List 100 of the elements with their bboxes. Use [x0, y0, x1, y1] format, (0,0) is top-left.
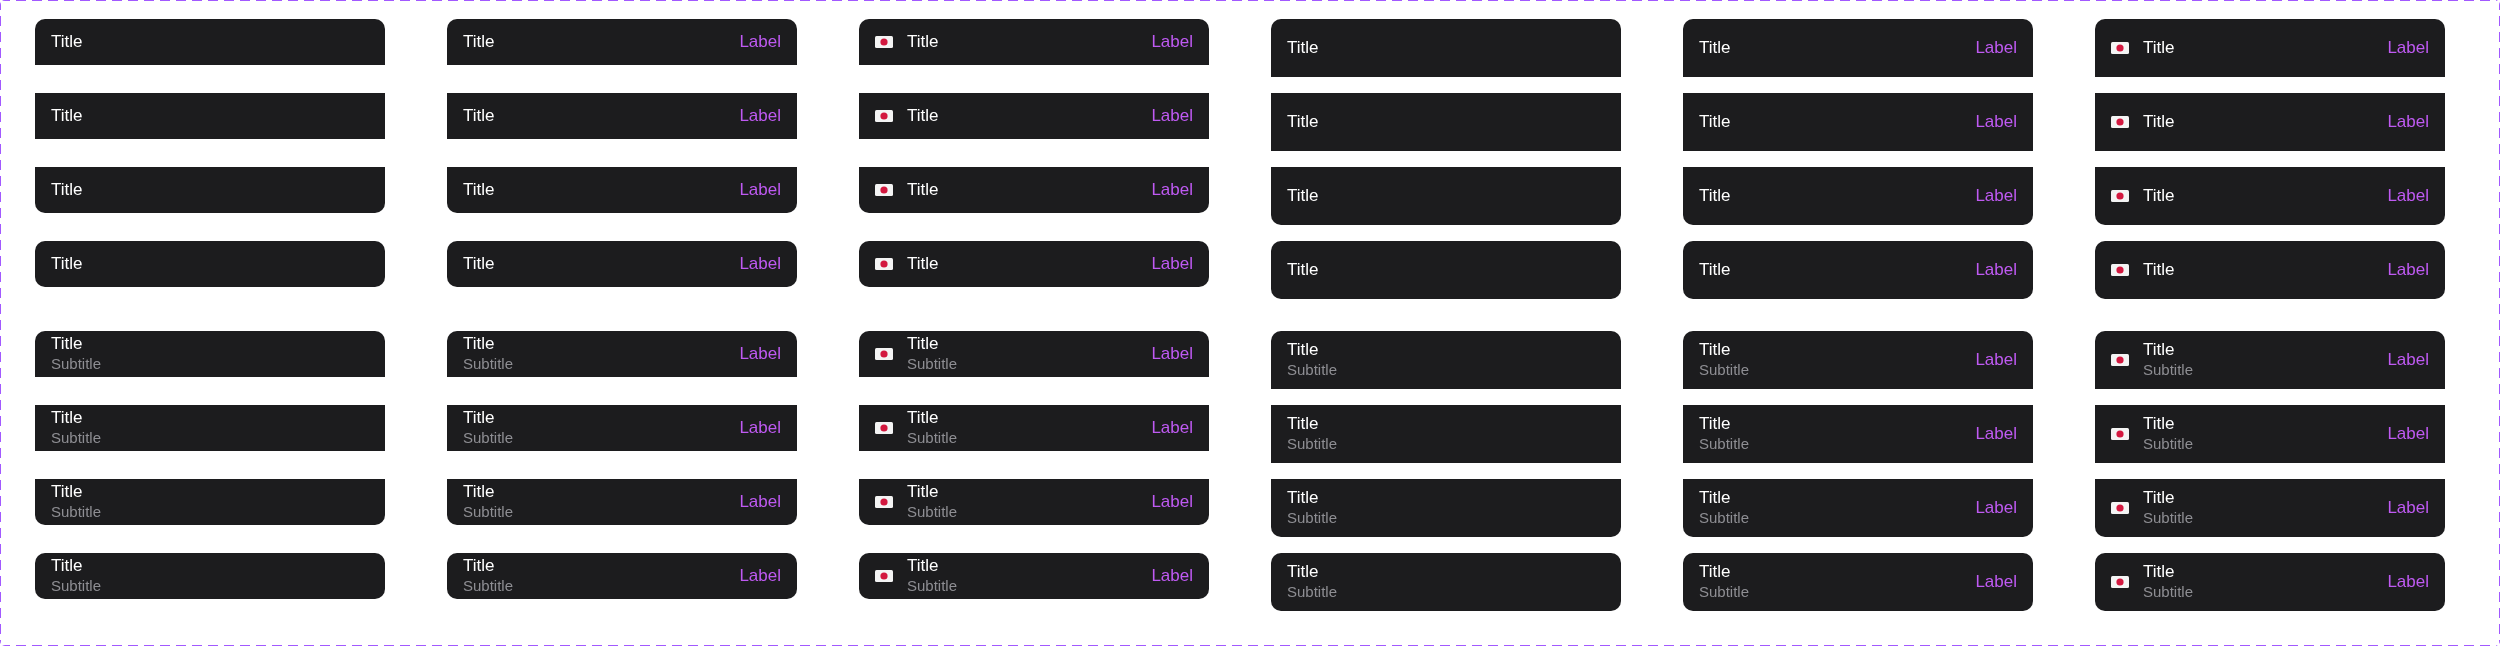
list-item[interactable]: Title Label: [2095, 167, 2445, 225]
list-item[interactable]: Title Subtitle Label: [2095, 331, 2445, 389]
list-item[interactable]: Title Label: [447, 19, 797, 65]
trailing-label: Label: [739, 180, 781, 200]
item-title: Title: [2143, 38, 2175, 58]
list-item[interactable]: Title Label: [1683, 241, 2033, 299]
flag-icon: [2111, 42, 2129, 54]
list-item[interactable]: Title: [35, 241, 385, 287]
list-item[interactable]: Title Subtitle: [35, 479, 385, 525]
list-item[interactable]: Title Subtitle Label: [447, 331, 797, 377]
list-item[interactable]: Title: [35, 19, 385, 65]
list-item[interactable]: Title Label: [447, 167, 797, 213]
list-item[interactable]: Title Subtitle Label: [447, 553, 797, 599]
list-item[interactable]: Title Subtitle Label: [447, 405, 797, 451]
list-item[interactable]: Title Subtitle Label: [859, 479, 1209, 525]
trailing-label: Label: [2387, 112, 2429, 132]
item-title: Title: [51, 556, 83, 576]
list-item[interactable]: Title Label: [447, 241, 797, 287]
list-item[interactable]: Title Label: [859, 167, 1209, 213]
item-title: Title: [1699, 340, 1731, 360]
item-title: Title: [463, 408, 495, 428]
item-title: Title: [1287, 488, 1319, 508]
item-title: Title: [1287, 112, 1319, 132]
list-item[interactable]: Title Subtitle Label: [1683, 553, 2033, 611]
trailing-label: Label: [739, 492, 781, 512]
item-title: Title: [1699, 414, 1731, 434]
list-item[interactable]: Title Subtitle Label: [447, 479, 797, 525]
list-item[interactable]: Title Label: [859, 19, 1209, 65]
list-item[interactable]: Title Subtitle: [1271, 405, 1621, 463]
list-item[interactable]: Title Subtitle Label: [859, 331, 1209, 377]
item-subtitle: Subtitle: [51, 576, 102, 596]
item-title: Title: [2143, 562, 2175, 582]
list-item[interactable]: Title Subtitle: [35, 405, 385, 451]
flag-icon: [875, 422, 893, 434]
list-item[interactable]: Title Label: [2095, 241, 2445, 299]
trailing-label: Label: [739, 106, 781, 126]
item-title: Title: [1699, 260, 1731, 280]
trailing-label: Label: [1151, 492, 1193, 512]
list-item[interactable]: Title Subtitle Label: [859, 405, 1209, 451]
flag-icon: [2111, 428, 2129, 440]
flag-icon: [875, 496, 893, 508]
list-item[interactable]: Title Label: [859, 241, 1209, 287]
item-title: Title: [2143, 260, 2175, 280]
list-item[interactable]: Title Subtitle: [1271, 553, 1621, 611]
item-title: Title: [907, 334, 939, 354]
list-item[interactable]: Title: [1271, 167, 1621, 225]
list-item[interactable]: Title Label: [1683, 167, 2033, 225]
item-title: Title: [51, 254, 83, 274]
list-item[interactable]: Title Subtitle Label: [1683, 331, 2033, 389]
trailing-label: Label: [1975, 186, 2017, 206]
list-item[interactable]: Title Label: [1683, 19, 2033, 77]
item-subtitle: Subtitle: [1287, 582, 1338, 602]
item-title: Title: [907, 180, 939, 200]
list-item[interactable]: Title: [35, 167, 385, 213]
list-item[interactable]: Title Subtitle: [35, 331, 385, 377]
list-item[interactable]: Title Subtitle: [1271, 331, 1621, 389]
flag-icon: [2111, 502, 2129, 514]
list-item[interactable]: Title: [1271, 241, 1621, 299]
list-item[interactable]: Title Subtitle: [35, 553, 385, 599]
flag-icon: [2111, 354, 2129, 366]
list-item[interactable]: Title Subtitle Label: [1683, 479, 2033, 537]
list-item[interactable]: Title Subtitle Label: [859, 553, 1209, 599]
item-subtitle: Subtitle: [2143, 434, 2194, 454]
flag-icon: [875, 184, 893, 196]
list-item[interactable]: Title Label: [2095, 93, 2445, 151]
flag-icon: [875, 110, 893, 122]
item-title: Title: [51, 32, 83, 52]
list-item[interactable]: Title Label: [859, 93, 1209, 139]
item-title: Title: [51, 180, 83, 200]
item-title: Title: [2143, 414, 2175, 434]
flag-icon: [2111, 116, 2129, 128]
flag-icon: [2111, 576, 2129, 588]
list-item[interactable]: Title: [35, 93, 385, 139]
list-item[interactable]: Title Subtitle Label: [2095, 553, 2445, 611]
trailing-label: Label: [2387, 350, 2429, 370]
item-title: Title: [51, 106, 83, 126]
item-title: Title: [2143, 340, 2175, 360]
list-item[interactable]: Title Subtitle Label: [1683, 405, 2033, 463]
list-item[interactable]: Title Subtitle Label: [2095, 405, 2445, 463]
list-item[interactable]: Title: [1271, 19, 1621, 77]
item-title: Title: [907, 32, 939, 52]
list-item[interactable]: Title: [1271, 93, 1621, 151]
item-title: Title: [907, 106, 939, 126]
trailing-label: Label: [2387, 498, 2429, 518]
flag-icon: [2111, 190, 2129, 202]
flag-icon: [875, 570, 893, 582]
item-title: Title: [1287, 38, 1319, 58]
list-item[interactable]: Title Label: [447, 93, 797, 139]
item-title: Title: [1699, 112, 1731, 132]
item-subtitle: Subtitle: [1699, 508, 1750, 528]
trailing-label: Label: [1975, 350, 2017, 370]
item-subtitle: Subtitle: [2143, 508, 2194, 528]
list-item[interactable]: Title Subtitle Label: [2095, 479, 2445, 537]
list-item[interactable]: Title Label: [2095, 19, 2445, 77]
item-title: Title: [1699, 38, 1731, 58]
flag-icon: [875, 36, 893, 48]
trailing-label: Label: [739, 32, 781, 52]
list-item[interactable]: Title Subtitle: [1271, 479, 1621, 537]
item-title: Title: [463, 556, 495, 576]
list-item[interactable]: Title Label: [1683, 93, 2033, 151]
